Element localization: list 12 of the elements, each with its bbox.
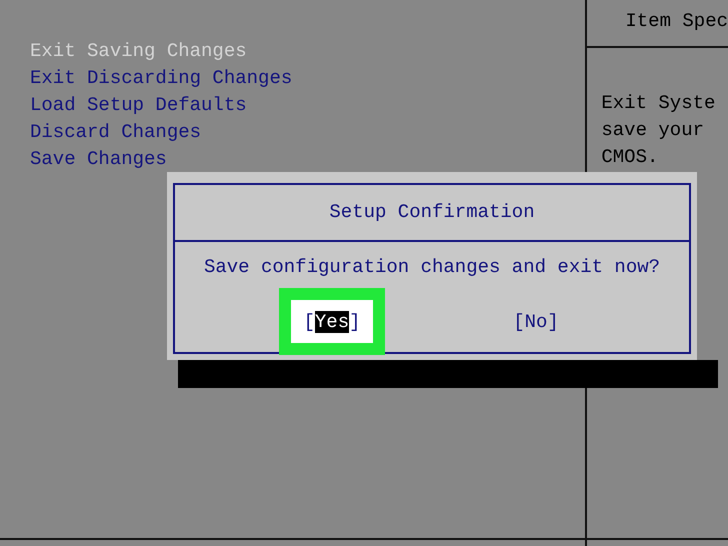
help-text: save your: [601, 118, 705, 143]
menu-item[interactable]: Exit Discarding Changes: [30, 65, 586, 92]
menu-item[interactable]: Discard Changes: [30, 119, 586, 146]
menu-item[interactable]: Save Changes: [30, 146, 586, 173]
help-text: CMOS.: [601, 145, 660, 170]
dialog-title: Setup Confirmation: [175, 185, 689, 242]
menu-item[interactable]: Load Setup Defaults: [30, 92, 586, 119]
dialog-message: Save configuration changes and exit now?: [202, 255, 662, 278]
help-text: Exit Syste: [601, 91, 716, 116]
menu-item[interactable]: Exit Saving Changes: [30, 38, 586, 65]
panel-title: Item Spec: [625, 10, 728, 32]
dialog-button[interactable]: [No]: [513, 310, 559, 332]
